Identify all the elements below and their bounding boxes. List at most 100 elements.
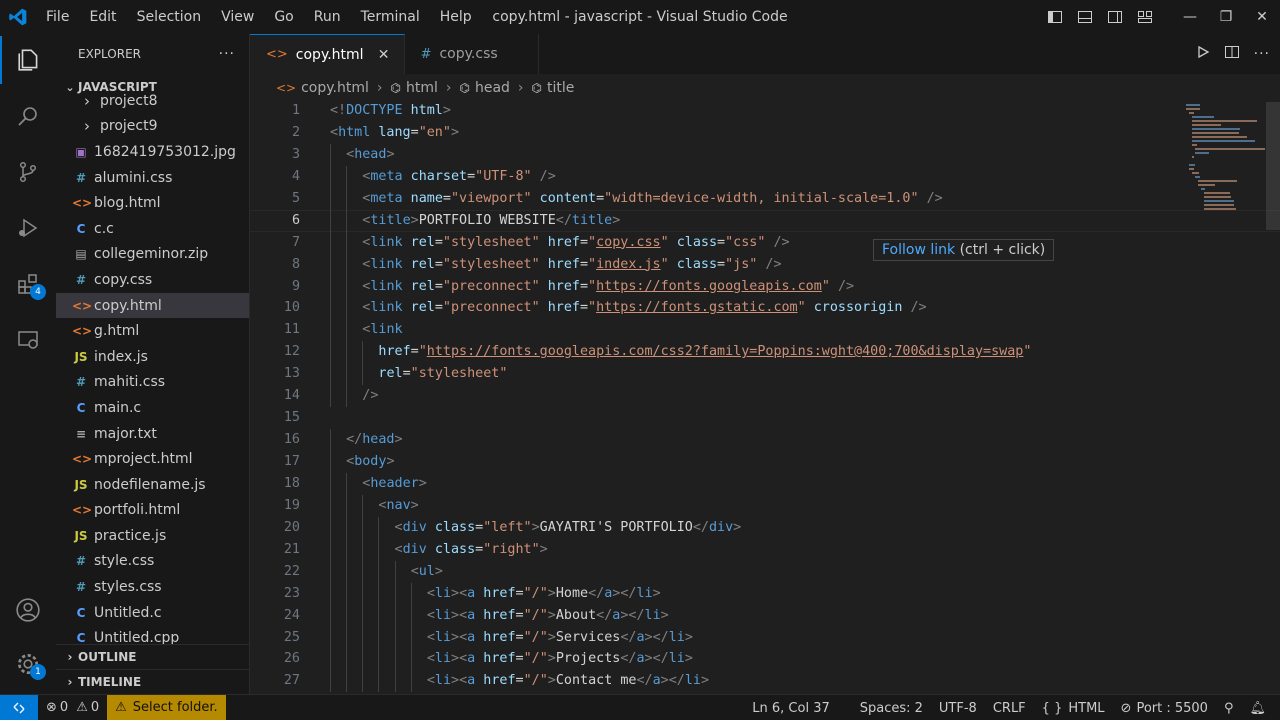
- minimize-button[interactable]: —: [1172, 0, 1208, 34]
- file-item[interactable]: # style.css: [56, 549, 249, 575]
- maximize-button[interactable]: ❐: [1208, 0, 1244, 34]
- search-icon[interactable]: [0, 92, 56, 140]
- toggle-panel-icon[interactable]: [1070, 0, 1100, 34]
- menu-terminal[interactable]: Terminal: [351, 0, 430, 34]
- toggle-primary-sidebar-icon[interactable]: [1040, 0, 1070, 34]
- file-item[interactable]: # mahiti.css: [56, 370, 249, 396]
- file-item[interactable]: JS practice.js: [56, 523, 249, 549]
- code-line[interactable]: 1 <!DOCTYPE html>: [250, 100, 1280, 122]
- file-item[interactable]: ▣ 1682419753012.jpg: [56, 139, 249, 165]
- close-window-button[interactable]: ✕: [1244, 0, 1280, 34]
- code-line[interactable]: 14 />: [250, 385, 1280, 408]
- menu-run[interactable]: Run: [304, 0, 351, 34]
- menu-help[interactable]: Help: [430, 0, 482, 34]
- run-debug-icon[interactable]: [0, 204, 56, 252]
- code-line[interactable]: 10 <link rel="preconnect" href="https://f…: [250, 297, 1280, 320]
- notifications-bell-icon[interactable]: 🔔︎: [1241, 695, 1274, 720]
- file-item[interactable]: <> blog.html: [56, 190, 249, 216]
- tab-copy-html[interactable]: <> copy.html ✕: [250, 34, 405, 74]
- file-item[interactable]: ▤ collegeminor.zip: [56, 242, 249, 268]
- code-line[interactable]: 21 <div class="right">: [250, 538, 1280, 561]
- feedback-icon[interactable]: ⚲: [1216, 695, 1242, 720]
- breadcrumb-title[interactable]: ⌬ title: [532, 80, 575, 96]
- file-item[interactable]: JS nodefilename.js: [56, 472, 249, 498]
- remote-explorer-icon[interactable]: [0, 316, 56, 364]
- code-line[interactable]: 15: [250, 407, 1280, 429]
- breadcrumb-html[interactable]: ⌬ html: [391, 80, 438, 96]
- menu-edit[interactable]: Edit: [79, 0, 126, 34]
- file-item[interactable]: JS index.js: [56, 344, 249, 370]
- split-editor-icon[interactable]: [1224, 44, 1240, 64]
- minimap[interactable]: [1186, 102, 1266, 262]
- encoding[interactable]: UTF-8: [931, 695, 985, 720]
- problems-indicator[interactable]: ⊗ 0 ⚠ 0: [38, 695, 107, 720]
- file-item[interactable]: <> mproject.html: [56, 446, 249, 472]
- menu-selection[interactable]: Selection: [127, 0, 212, 34]
- live-server-port[interactable]: ⊘ Port : 5500: [1113, 695, 1216, 720]
- file-item[interactable]: Cmain.c: [56, 395, 249, 421]
- breadcrumb-head[interactable]: ⌬ head: [459, 80, 509, 96]
- code-line[interactable]: 8 <link rel="stylesheet" href="index.js" …: [250, 253, 1280, 276]
- code-line[interactable]: 17 <body>: [250, 451, 1280, 473]
- folder-item[interactable]: › project8: [56, 94, 249, 114]
- manage-gear-icon[interactable]: 1: [0, 640, 56, 688]
- menu-view[interactable]: View: [211, 0, 264, 34]
- code-line[interactable]: 23 <li><a href="/">Home</a></li>: [250, 582, 1280, 605]
- run-icon[interactable]: [1196, 45, 1210, 63]
- code-line[interactable]: 9 <link rel="preconnect" href="https://fo…: [250, 275, 1280, 298]
- folder-item[interactable]: › project9: [56, 114, 249, 140]
- code-line[interactable]: 20 <div class="left">GAYATRI'S PORTFOLIO<…: [250, 516, 1280, 539]
- code-line[interactable]: 2 <html lang="en">: [250, 122, 1280, 144]
- cursor-position[interactable]: Ln 6, Col 37: [744, 695, 837, 720]
- file-item[interactable]: <> g.html: [56, 318, 249, 344]
- code-line[interactable]: 24 <li><a href="/">About</a></li>: [250, 604, 1280, 627]
- code-line[interactable]: 26 <li><a href="/">Projects</a></li>: [250, 648, 1280, 671]
- follow-link[interactable]: Follow link: [882, 242, 955, 258]
- code-line[interactable]: 27 <li><a href="/">Contact me</a></li>: [250, 670, 1280, 693]
- indentation[interactable]: Spaces: 2: [852, 695, 931, 720]
- source-control-icon[interactable]: [0, 148, 56, 196]
- file-item[interactable]: C Untitled.c: [56, 600, 249, 626]
- close-icon[interactable]: ✕: [376, 47, 392, 63]
- line-ending[interactable]: CRLF: [985, 695, 1034, 720]
- file-item[interactable]: <> portfoli.html: [56, 498, 249, 524]
- code-line[interactable]: 18 <header>: [250, 472, 1280, 495]
- menu-go[interactable]: Go: [264, 0, 303, 34]
- outline-section[interactable]: › OUTLINE: [56, 644, 249, 669]
- file-item[interactable]: # alumini.css: [56, 165, 249, 191]
- timeline-section[interactable]: › TIMELINE: [56, 669, 249, 694]
- code-line[interactable]: 12 href="https://fonts.googleapis.com/css…: [250, 341, 1280, 364]
- more-actions-icon[interactable]: ···: [1254, 46, 1270, 62]
- explorer-more-icon[interactable]: ···: [219, 46, 235, 62]
- file-item[interactable]: ≡ major.txt: [56, 421, 249, 447]
- explorer-icon[interactable]: [0, 36, 56, 84]
- remote-indicator-icon[interactable]: [0, 694, 38, 720]
- tab-copy-css[interactable]: # copy.css: [405, 34, 539, 74]
- code-line[interactable]: 6 <title>PORTFOLIO WEBSITE</title>: [250, 209, 1280, 232]
- code-line[interactable]: 5 <meta name="viewport" content="width=de…: [250, 187, 1280, 210]
- file-item[interactable]: <> copy.html: [56, 292, 249, 319]
- accounts-icon[interactable]: [0, 586, 56, 634]
- breadcrumb-copy-html[interactable]: <> copy.html: [276, 80, 369, 96]
- code-line[interactable]: 16 </head>: [250, 429, 1280, 451]
- file-item[interactable]: # styles.css: [56, 574, 249, 600]
- customize-layout-icon[interactable]: [1130, 0, 1160, 34]
- code-line[interactable]: 19 <nav>: [250, 494, 1280, 517]
- code-editor[interactable]: 1 <!DOCTYPE html> 2 <html lang="en"> 3 <head>…: [250, 100, 1280, 694]
- code-line[interactable]: 3 <head>: [250, 143, 1280, 166]
- code-line[interactable]: 22 <ul>: [250, 560, 1280, 583]
- code-line[interactable]: 25 <li><a href="/">Services</a></li>: [250, 626, 1280, 649]
- file-item[interactable]: # copy.css: [56, 267, 249, 293]
- code-line[interactable]: 13 rel="stylesheet": [250, 363, 1280, 386]
- code-line[interactable]: 11 <link: [250, 319, 1280, 342]
- toggle-secondary-sidebar-icon[interactable]: [1100, 0, 1130, 34]
- menu-file[interactable]: File: [36, 0, 79, 34]
- vertical-scrollbar[interactable]: [1266, 102, 1280, 230]
- code-line[interactable]: 7 <link rel="stylesheet" href="copy.css" …: [250, 231, 1280, 254]
- select-folder-item[interactable]: ⚠ Select folder.: [107, 694, 226, 720]
- file-item[interactable]: Cc.c: [56, 216, 249, 242]
- code-line[interactable]: 4 <meta charset="UTF-8" />: [250, 165, 1280, 188]
- extensions-icon[interactable]: 4: [0, 260, 56, 308]
- indent-guide: [330, 494, 331, 517]
- language-mode[interactable]: { } HTML: [1034, 695, 1113, 720]
